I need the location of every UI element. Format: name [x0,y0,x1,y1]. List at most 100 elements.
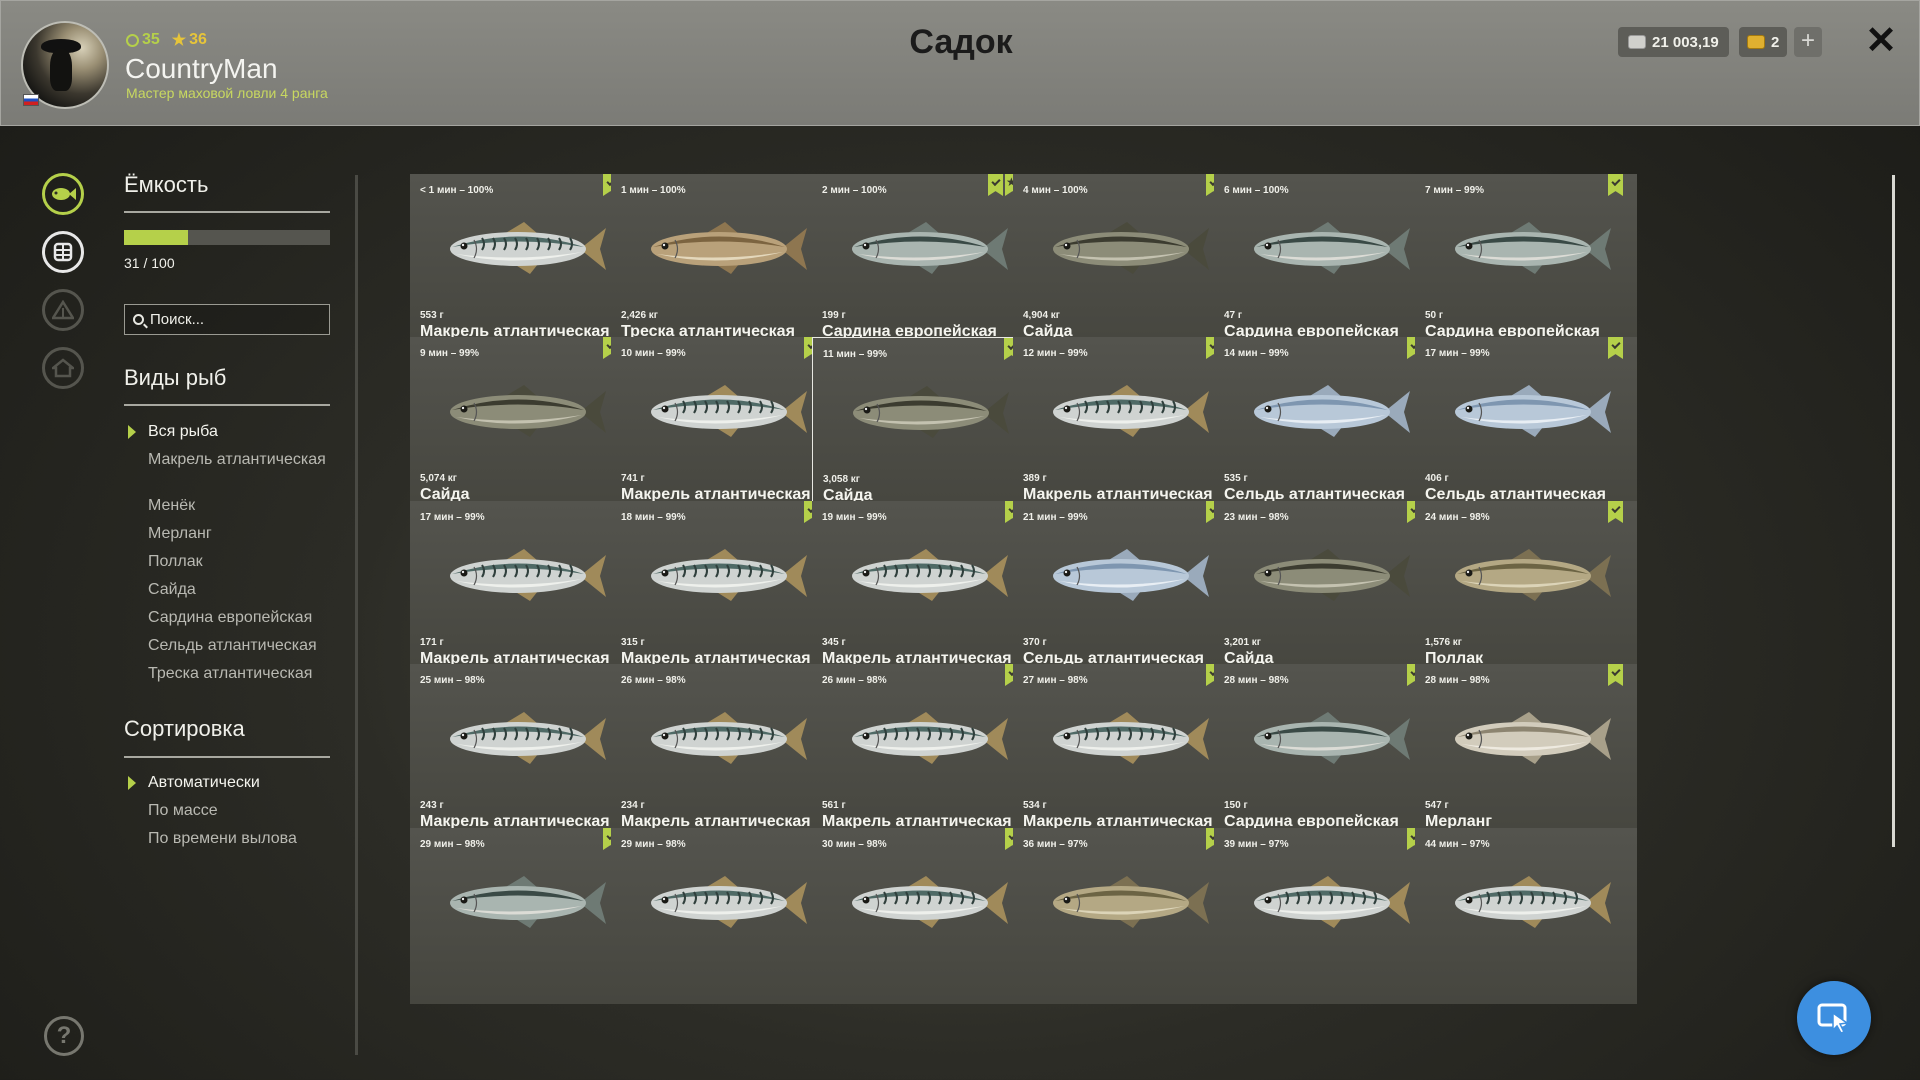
species-item-menek[interactable]: Менёк [148,497,338,515]
fish-card[interactable]: 19 мин – 99% 345 г Макрель атлантическая [812,501,1034,677]
fish-weight: 389 г [1023,473,1047,484]
bookmark-check-icon[interactable] [1608,501,1623,523]
fish-weight: 5,074 кг [420,473,457,484]
search-input[interactable] [150,311,320,328]
species-item-whiting[interactable]: Мерланг [148,525,338,543]
fish-card[interactable]: < 1 мин – 100% 553 г Макрель атлантическа… [410,174,632,350]
fish-card[interactable]: 28 мин – 98% 547 г Мерланг [1415,664,1637,840]
fish-weight: 234 г [621,800,645,811]
fish-weight: 315 г [621,637,645,648]
fish-weight: 534 г [1023,800,1047,811]
fish-image [450,876,606,928]
species-item-saithe[interactable]: Сайда [148,581,338,599]
species-item-cod[interactable]: Треска атлантическая [148,665,338,683]
fish-card[interactable]: 44 мин – 97% [1415,828,1637,1004]
capacity-count: 31 / 100 [124,255,175,271]
fish-card[interactable]: 17 мин – 99% 171 г Макрель атлантическая [410,501,632,677]
fish-card[interactable]: 9 мин – 99% 5,074 кг Сайда [410,337,632,513]
species-item-sardine[interactable]: Сардина европейская [148,609,338,627]
card-badges [1608,664,1623,686]
buy-gold-button[interactable]: + [1794,27,1822,57]
fish-weight: 561 г [822,800,846,811]
cursor-mode-button[interactable] [1797,981,1871,1055]
fish-image [1455,712,1611,764]
fish-card[interactable]: 4 мин – 100% 4,904 кг Сайда [1013,174,1235,350]
fish-card[interactable]: 29 мин – 98% [611,828,833,1004]
home-tab-icon[interactable] [42,347,84,389]
sort-by-weight[interactable]: По массе [148,802,338,820]
fish-card[interactable]: 10 мин – 99% 741 г Макрель атлантическая [611,337,833,513]
search-box[interactable] [124,304,330,335]
fish-card[interactable]: 7 мин – 99% 50 г Сардина европейская [1415,174,1637,350]
bookmark-check-icon[interactable] [1608,174,1623,196]
catch-time-freshness: 9 мин – 99% [420,348,480,359]
fish-card[interactable]: 39 мин – 97% [1214,828,1436,1004]
close-button[interactable]: ✕ [1861,19,1901,63]
sorting-divider [124,756,330,758]
fish-weight: 3,201 кг [1224,637,1261,648]
grid-scrollbar[interactable] [1892,175,1895,847]
species-item-mackerel[interactable]: Макрель атлантическая [148,451,338,469]
fish-card[interactable]: 26 мин – 98% 561 г Макрель атлантическая [812,664,1034,840]
help-button[interactable]: ? [44,1016,84,1056]
species-item-herring[interactable]: Сельдь атлантическая [148,637,338,655]
fish-card[interactable]: 14 мин – 99% 535 г Сельдь атлантическая [1214,337,1436,513]
species-item-pollack[interactable]: Поллак [148,553,338,571]
sort-by-catch-time[interactable]: По времени вылова [148,830,338,848]
sort-auto[interactable]: Автоматически [148,774,338,792]
sorting-title: Сортировка [124,716,245,741]
catch-time-freshness: 19 мин – 99% [822,512,887,523]
catch-time-freshness: 28 мин – 98% [1425,675,1490,686]
keepnet-tab-icon[interactable] [42,231,84,273]
silver-amount: 21 003,19 [1652,33,1719,51]
fish-weight: 150 г [1224,800,1248,811]
fish-card[interactable]: 24 мин – 98% 1,576 кг Поллак [1415,501,1637,677]
fish-image [1053,549,1209,601]
fish-weight: 406 г [1425,473,1449,484]
fish-image [1455,549,1611,601]
capacity-title: Ёмкость [124,172,209,197]
fish-image [1455,222,1611,274]
bookmark-check-icon[interactable] [988,174,1003,196]
fish-card[interactable]: 26 мин – 98% 234 г Макрель атлантическая [611,664,833,840]
fish-card[interactable]: 36 мин – 97% [1013,828,1235,1004]
bookmark-check-icon[interactable] [1608,664,1623,686]
fish-weight: 741 г [621,473,645,484]
fish-card[interactable]: 21 мин – 99% 370 г Сельдь атлантическая [1013,501,1235,677]
fish-card[interactable]: 29 мин – 98% [410,828,632,1004]
fish-card[interactable]: 30 мин – 98% [812,828,1034,1004]
camp-tab-icon[interactable] [42,289,84,331]
fish-weight: 1,576 кг [1425,637,1462,648]
fish-image [1254,549,1410,601]
fish-grid: < 1 мин – 100% 553 г Макрель атлантическа… [410,174,1860,1080]
catch-time-freshness: 18 мин – 99% [621,512,686,523]
bookmark-check-icon[interactable] [1608,337,1623,359]
fish-card[interactable]: 2 мин – 100% ★ 199 г Сардина европейская [812,174,1034,350]
fish-card[interactable]: 6 мин – 100% 47 г Сардина европейская [1214,174,1436,350]
fish-image [651,876,807,928]
fish-image [852,549,1008,601]
fish-card[interactable]: 18 мин – 99% 315 г Макрель атлантическая [611,501,833,677]
capacity-bar [124,230,330,245]
fish-card[interactable]: 11 мин – 99% 3,058 кг Сайда [812,337,1034,513]
fish-card[interactable]: 23 мин – 98% 3,201 кг Сайда [1214,501,1436,677]
fish-card[interactable]: 25 мин – 98% 243 г Макрель атлантическая [410,664,632,840]
catch-time-freshness: 26 мин – 98% [621,675,686,686]
fish-image [450,712,606,764]
fish-card[interactable]: 12 мин – 99% 389 г Макрель атлантическая [1013,337,1235,513]
fish-card[interactable]: 1 мин – 100% 2,426 кг Треска атлантическа… [611,174,833,350]
fish-weight: 199 г [822,310,846,321]
species-item-all[interactable]: Вся рыба [148,423,338,441]
fish-tab-icon[interactable] [42,173,84,215]
search-icon [133,314,144,325]
fish-image [1254,222,1410,274]
catch-time-freshness: 1 мин – 100% [621,185,686,196]
gold-balance: 2 [1739,27,1788,57]
catch-time-freshness: 29 мин – 98% [420,839,485,850]
fish-card[interactable]: 27 мин – 98% 534 г Макрель атлантическая [1013,664,1235,840]
catch-time-freshness: 17 мин – 99% [1425,348,1490,359]
catch-time-freshness: 39 мин – 97% [1224,839,1289,850]
catch-time-freshness: 24 мин – 98% [1425,512,1490,523]
fish-card[interactable]: 17 мин – 99% 406 г Сельдь атлантическая [1415,337,1637,513]
fish-card[interactable]: 28 мин – 98% 150 г Сардина европейская [1214,664,1436,840]
